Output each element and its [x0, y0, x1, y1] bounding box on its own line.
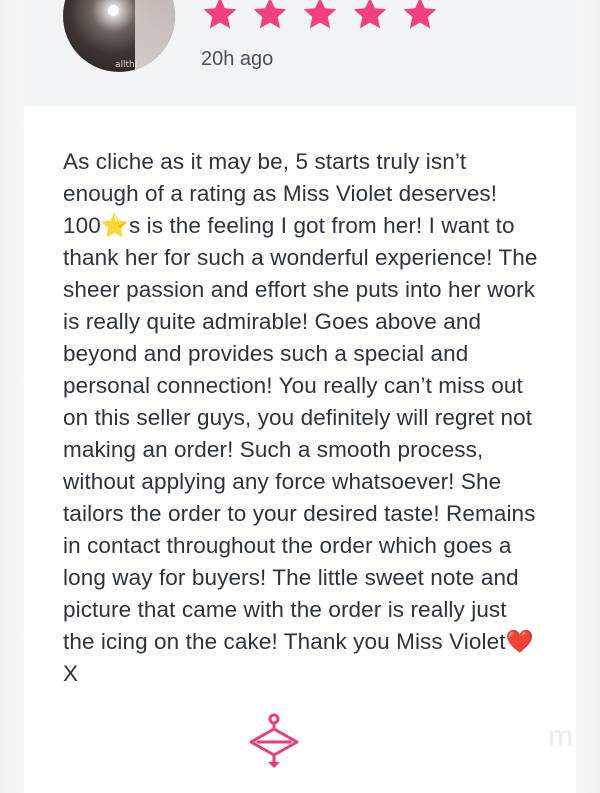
star-icon: [403, 0, 437, 29]
left-gutter: [0, 0, 24, 793]
star-icon: [203, 0, 237, 29]
review-timestamp: 20h ago: [201, 48, 274, 70]
avatar-caption: allthi: [115, 60, 138, 70]
star-icon: [353, 0, 387, 29]
right-gutter: [576, 0, 600, 793]
hanger-logo-icon: [249, 713, 299, 768]
star-icon: [303, 0, 337, 29]
review-text: As cliche as it may be, 5 starts truly i…: [63, 149, 538, 686]
star-icon: [253, 0, 287, 29]
review-page: allthi 20h ago As cliche as it may be, 5…: [0, 0, 600, 793]
star-rating: [200, 0, 440, 34]
watermark: m: [548, 720, 573, 753]
avatar-background: [135, 0, 175, 72]
